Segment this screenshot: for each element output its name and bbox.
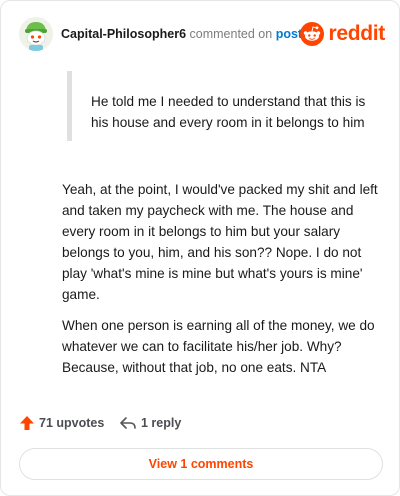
reply-count: 1 reply <box>141 416 182 430</box>
post-link[interactable]: post <box>276 27 302 41</box>
comment-header: Capital-Philosopher6 commented on post r… <box>19 17 385 51</box>
commented-on-text: commented on <box>189 27 273 41</box>
snoo-avatar-icon <box>19 17 53 51</box>
reply-arrow-icon <box>120 417 136 429</box>
comment-card: Capital-Philosopher6 commented on post r… <box>0 0 400 496</box>
reddit-wordmark: reddit <box>328 22 385 45</box>
view-comments-button[interactable]: View 1 comments <box>19 448 383 480</box>
user-avatar[interactable] <box>19 17 53 51</box>
upvote-count: 71 upvotes <box>39 416 105 430</box>
quoted-text: He told me I needed to understand that t… <box>67 71 367 141</box>
reply-button[interactable]: 1 reply <box>119 415 181 431</box>
reddit-brand[interactable]: reddit <box>300 21 385 47</box>
reddit-logo-icon <box>300 22 325 46</box>
username[interactable]: Capital-Philosopher6 <box>61 27 186 41</box>
upvote-arrow-icon <box>20 416 34 430</box>
comment-paragraph-1: Yeah, at the point, I would've packed my… <box>62 182 378 302</box>
comment-meta: Capital-Philosopher6 commented on post <box>61 27 302 41</box>
comment-paragraph-2: When one person is earning all of the mo… <box>62 318 375 375</box>
upvote-button[interactable]: 71 upvotes <box>19 415 104 431</box>
